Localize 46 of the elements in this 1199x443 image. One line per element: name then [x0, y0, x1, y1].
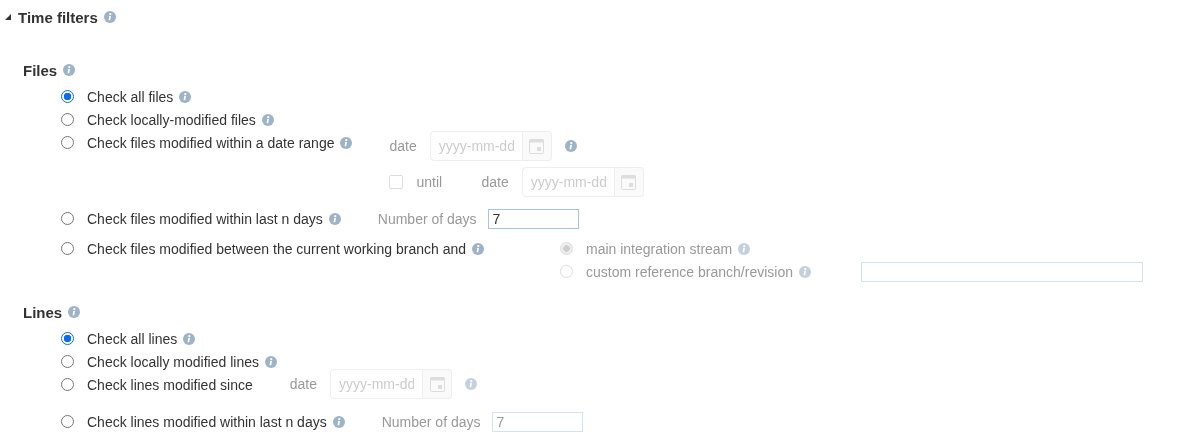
group-title: Files — [23, 61, 58, 79]
radio-button[interactable] — [61, 242, 74, 255]
days-input[interactable]: 7 — [487, 208, 579, 229]
info-icon[interactable] — [103, 11, 116, 23]
date-label: date — [481, 174, 509, 190]
option-label: Check all lines — [87, 330, 178, 347]
days-label: Number of days — [377, 210, 477, 227]
days-label: Number of days — [381, 413, 481, 430]
info-icon[interactable] — [63, 64, 76, 76]
choice-label: main integration stream — [586, 240, 733, 257]
radio-button[interactable] — [61, 378, 74, 391]
info-icon[interactable] — [340, 136, 353, 149]
info-icon[interactable] — [328, 212, 341, 225]
radio-button[interactable] — [61, 113, 74, 126]
triangle-icon[interactable] — [4, 13, 12, 21]
info-icon[interactable] — [564, 140, 577, 152]
option-label: Check files modified within last n days — [87, 210, 323, 227]
info-icon[interactable] — [68, 306, 81, 318]
calendar-icon — [429, 376, 445, 392]
calendar-icon — [529, 138, 545, 154]
radio-button[interactable] — [61, 355, 74, 368]
date-label: date — [289, 376, 317, 392]
info-icon[interactable] — [465, 378, 477, 390]
radio-button[interactable] — [61, 212, 74, 225]
info-icon[interactable] — [261, 113, 274, 126]
section-title: Time filters — [18, 8, 98, 26]
info-icon[interactable] — [264, 355, 277, 368]
option-label: Check lines modified within last n days — [87, 413, 327, 430]
radio-button[interactable] — [61, 90, 74, 103]
choice-label: custom reference branch/revision — [586, 263, 793, 280]
date-label: date — [389, 138, 417, 154]
option-label: Check all files — [87, 88, 174, 105]
option-label: Check locally-modified files — [87, 111, 256, 128]
info-icon[interactable] — [472, 242, 484, 255]
calendar-icon — [621, 174, 637, 190]
option-label: Check locally modified lines — [87, 353, 259, 370]
info-icon[interactable] — [179, 90, 192, 103]
until-label: until — [416, 174, 444, 190]
radio-button[interactable] — [61, 136, 74, 149]
group-title: Lines — [23, 303, 63, 321]
info-icon[interactable] — [183, 332, 196, 345]
option-label: Check lines modified since — [87, 376, 253, 393]
option-label: Check files modified within a date range — [87, 134, 335, 151]
until-checkbox[interactable] — [389, 175, 404, 189]
option-label: Check files modified between the current working branch and — [87, 240, 466, 257]
radio-button[interactable] — [61, 332, 74, 345]
